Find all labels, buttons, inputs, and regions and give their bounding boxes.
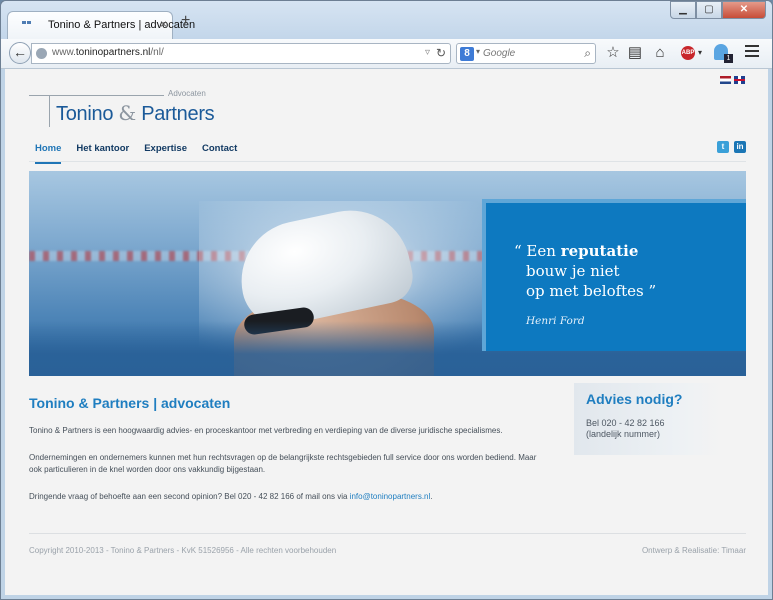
twitter-icon[interactable]: t	[717, 141, 729, 153]
new-tab-button[interactable]: +	[181, 13, 190, 29]
advice-subtitle: (landelijk nummer)	[586, 429, 661, 439]
site-logo[interactable]: Advocaten Tonino & Partners	[29, 87, 215, 129]
url-path: /nl/	[150, 47, 164, 58]
english-flag-icon[interactable]	[734, 76, 745, 84]
quote-line3: op met beloftes ”	[526, 282, 657, 300]
dropdown-arrow-icon[interactable]: ▿	[425, 47, 430, 58]
quote-box: “ Een reputatie bouw je niet op met belo…	[482, 199, 746, 351]
services-paragraph: Ondernemingen en ondernemers kunnen met …	[29, 453, 537, 474]
logo-ampersand: &	[118, 101, 136, 125]
web-page: Advocaten Tonino & Partners Home Het kan…	[5, 69, 768, 595]
intro-paragraph: Tonino & Partners is een hoogwaardig adv…	[29, 426, 503, 435]
back-button[interactable]: ←	[9, 42, 31, 64]
language-switcher	[720, 76, 745, 84]
footer-divider	[29, 533, 746, 534]
adblock-dropdown-icon[interactable]: ▾	[691, 44, 709, 62]
address-bar[interactable]: www.toninopartners.nl/nl/ ▿ ↻	[31, 43, 451, 64]
contact-text: Dringende vraag of behoefte aan een seco…	[29, 492, 350, 501]
logo-name-second: Partners	[141, 103, 215, 125]
search-icon[interactable]: ⌕	[584, 46, 591, 61]
window-controls: ▁ ▢ ✕	[670, 1, 766, 19]
linkedin-icon[interactable]: in	[734, 141, 746, 153]
back-arrow-icon: ←	[13, 44, 27, 60]
page-title: Tonino & Partners | advocaten	[29, 395, 231, 411]
url-prefix: www.	[52, 47, 76, 58]
nav-divider	[29, 161, 746, 162]
reload-icon[interactable]: ↻	[436, 46, 446, 60]
advice-box: Advies nodig? Bel 020 - 42 82 166 (lande…	[574, 383, 720, 455]
advice-title: Advies nodig?	[586, 391, 683, 407]
bookmark-star-icon[interactable]: ☆	[604, 44, 622, 62]
menu-icon[interactable]	[745, 45, 759, 60]
quote-emphasis: reputatie	[560, 242, 639, 260]
logo-tagline: Advocaten	[168, 89, 206, 98]
navigation-toolbar: ← www.toninopartners.nl/nl/ ▿ ↻ 8 ▾ Goog…	[1, 39, 772, 69]
logo-name-first: Tonino	[56, 103, 114, 125]
dutch-flag-icon[interactable]	[720, 76, 731, 84]
quote-author: Henri Ford	[526, 315, 585, 327]
tab-title: Tonino & Partners | advocaten	[48, 19, 196, 31]
logo-name: Tonino & Partners	[56, 101, 215, 126]
url-text[interactable]: www.toninopartners.nl/nl/	[52, 47, 164, 58]
quote-line2: bouw je niet	[526, 262, 620, 280]
contact-paragraph: Dringende vraag of behoefte aan een seco…	[29, 491, 549, 503]
email-link[interactable]: info@toninopartners.nl	[350, 492, 431, 501]
globe-icon	[36, 48, 47, 59]
favicon-icon	[22, 21, 36, 29]
search-input[interactable]: Google	[483, 48, 515, 59]
home-icon[interactable]: ⌂	[651, 44, 669, 62]
close-window-button[interactable]: ✕	[722, 1, 766, 19]
advice-phone: Bel 020 - 42 82 166	[586, 418, 665, 428]
bookmarks-list-icon[interactable]: ▤	[626, 44, 644, 62]
title-bar: Tonino & Partners | advocaten × + ▁ ▢ ✕	[1, 1, 772, 39]
footer-credit[interactable]: Ontwerp & Realisatie: Timaar	[605, 546, 746, 555]
browser-window: Tonino & Partners | advocaten × + ▁ ▢ ✕ …	[0, 0, 773, 600]
hero-banner: “ Een reputatie bouw je niet op met belo…	[29, 171, 746, 376]
maximize-button[interactable]: ▢	[696, 1, 722, 19]
google-icon[interactable]: 8	[460, 47, 474, 61]
quote-line1-start: “ Een	[514, 242, 561, 260]
search-bar[interactable]: 8 ▾ Google ⌕	[456, 43, 596, 64]
footer-copyright: Copyright 2010-2013 - Tonino & Partners …	[29, 546, 337, 555]
browser-tab[interactable]: Tonino & Partners | advocaten ×	[7, 11, 195, 39]
quote-text: “ Een reputatie bouw je niet op met belo…	[514, 241, 656, 301]
contact-text-end: .	[430, 492, 433, 501]
minimize-button[interactable]: ▁	[670, 1, 696, 19]
url-domain: toninopartners.nl	[75, 47, 151, 58]
engine-dropdown-icon[interactable]: ▾	[476, 47, 480, 56]
ghostery-count-badge: 1	[724, 54, 733, 63]
close-tab-icon[interactable]: ×	[160, 17, 167, 31]
logo-vertical-rule	[49, 95, 50, 127]
